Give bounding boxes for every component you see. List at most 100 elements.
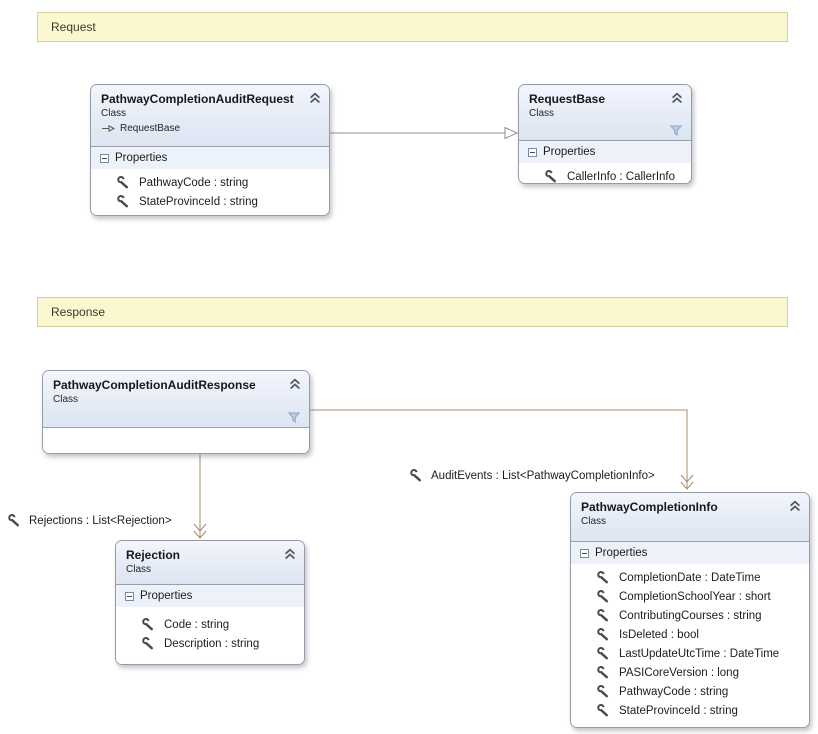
collapse-chevron-icon[interactable]: [284, 548, 296, 560]
filter-icon[interactable]: [670, 125, 682, 136]
wrench-icon: [142, 637, 155, 650]
property-row[interactable]: PathwayCode : string: [571, 682, 809, 701]
class-box-pathway-completion-audit-request[interactable]: PathwayCompletionAuditRequest Class Requ…: [90, 84, 330, 216]
wrench-icon: [545, 170, 558, 183]
class-box-pathway-completion-audit-response[interactable]: PathwayCompletionAuditResponse Class: [42, 370, 310, 454]
class-box-rejection[interactable]: Rejection Class Properties: [115, 540, 305, 665]
property-text: CompletionDate : DateTime: [619, 572, 760, 584]
properties-section-label: Properties: [543, 146, 595, 158]
wrench-icon: [142, 618, 155, 631]
wrench-icon: [597, 571, 610, 584]
class-body: Properties PathwayCode : string StatePro…: [91, 147, 329, 215]
minus-box-icon: [125, 592, 134, 601]
collapse-chevron-icon[interactable]: [671, 92, 683, 104]
property-text: ContributingCourses : string: [619, 610, 762, 622]
property-row[interactable]: ContributingCourses : string: [571, 606, 809, 625]
class-title: Rejection: [126, 548, 278, 562]
class-title: PathwayCompletionAuditResponse: [53, 378, 283, 392]
base-class-row: RequestBase: [101, 123, 303, 134]
base-class-name: RequestBase: [120, 123, 180, 134]
class-title: PathwayCompletionInfo: [581, 500, 783, 514]
collapse-chevron-icon[interactable]: [789, 500, 801, 512]
properties-section-header[interactable]: Properties: [519, 141, 691, 163]
wrench-icon: [117, 195, 130, 208]
property-row[interactable]: CallerInfo : CallerInfo: [519, 167, 691, 184]
property-text: PathwayCode : string: [619, 686, 728, 698]
class-diagram-canvas: Request Response PathwayCompletionAuditR…: [0, 0, 818, 734]
class-body: Properties CallerInfo : CallerInfo: [519, 141, 691, 184]
property-row[interactable]: CompletionDate : DateTime: [571, 568, 809, 587]
property-row[interactable]: StateProvinceId : string: [571, 701, 809, 720]
class-header: PathwayCompletionInfo Class: [571, 493, 809, 542]
property-text: IsDeleted : bool: [619, 629, 699, 641]
properties-section-header[interactable]: Properties: [571, 542, 809, 564]
wrench-icon: [410, 469, 423, 482]
wrench-icon: [597, 590, 610, 603]
inheritance-connector-requestbase[interactable]: [330, 128, 517, 139]
association-connector-rejections[interactable]: [194, 454, 206, 538]
class-header: RequestBase Class: [519, 85, 691, 141]
wrench-icon: [597, 685, 610, 698]
property-text: PathwayCode : string: [139, 177, 248, 189]
wrench-icon: [117, 176, 130, 189]
property-text: StateProvinceId : string: [619, 705, 738, 717]
property-text: PASICoreVersion : long: [619, 667, 739, 679]
class-box-request-base[interactable]: RequestBase Class Properties: [518, 84, 692, 184]
properties-section-header[interactable]: Properties: [116, 585, 304, 607]
class-body: [43, 428, 309, 453]
response-banner-label: Response: [51, 305, 105, 319]
properties-section-label: Properties: [595, 547, 647, 559]
wrench-icon: [597, 704, 610, 717]
wrench-icon: [597, 628, 610, 641]
class-body: Properties Code : string Description : s…: [116, 585, 304, 664]
inheritance-arrowhead-icon: [505, 128, 517, 139]
property-text: Code : string: [164, 619, 229, 631]
property-row[interactable]: StateProvinceId : string: [91, 192, 329, 211]
class-body: Properties CompletionDate : DateTime Com…: [571, 542, 809, 727]
property-row[interactable]: PathwayCode : string: [91, 173, 329, 192]
collapse-chevron-icon[interactable]: [309, 92, 321, 104]
class-kind-label: Class: [126, 564, 278, 575]
request-banner[interactable]: Request: [37, 12, 788, 42]
property-row[interactable]: CompletionSchoolYear : short: [571, 587, 809, 606]
property-row[interactable]: Description : string: [116, 634, 304, 653]
wrench-icon: [597, 666, 610, 679]
properties-section-label: Properties: [115, 152, 167, 164]
property-row[interactable]: IsDeleted : bool: [571, 625, 809, 644]
class-kind-label: Class: [53, 394, 283, 405]
class-header: Rejection Class: [116, 541, 304, 585]
minus-box-icon: [100, 154, 109, 163]
property-text: Description : string: [164, 638, 259, 650]
filter-icon[interactable]: [288, 412, 300, 423]
response-banner[interactable]: Response: [37, 297, 788, 327]
request-banner-label: Request: [51, 20, 96, 34]
collapse-chevron-icon[interactable]: [289, 378, 301, 390]
class-kind-label: Class: [529, 108, 665, 119]
property-text: CompletionSchoolYear : short: [619, 591, 771, 603]
class-kind-label: Class: [101, 108, 303, 119]
class-title: RequestBase: [529, 92, 665, 106]
property-text: StateProvinceId : string: [139, 196, 258, 208]
class-header: PathwayCompletionAuditRequest Class Requ…: [91, 85, 329, 147]
class-header: PathwayCompletionAuditResponse Class: [43, 371, 309, 428]
class-box-pathway-completion-info[interactable]: PathwayCompletionInfo Class Properties: [570, 492, 810, 728]
class-kind-label: Class: [581, 516, 783, 527]
minus-box-icon: [580, 549, 589, 558]
class-title: PathwayCompletionAuditRequest: [101, 92, 303, 106]
association-label-text: AuditEvents : List<PathwayCompletionInfo…: [431, 470, 655, 482]
minus-box-icon: [528, 148, 537, 157]
properties-section-label: Properties: [140, 590, 192, 602]
wrench-icon: [597, 647, 610, 660]
property-text: CallerInfo : CallerInfo: [567, 171, 675, 183]
property-text: LastUpdateUtcTime : DateTime: [619, 648, 779, 660]
property-row[interactable]: PASICoreVersion : long: [571, 663, 809, 682]
association-label-auditevents[interactable]: AuditEvents : List<PathwayCompletionInfo…: [410, 469, 655, 482]
properties-section-header[interactable]: Properties: [91, 147, 329, 169]
inherits-arrow-icon: [101, 124, 116, 133]
property-row[interactable]: LastUpdateUtcTime : DateTime: [571, 644, 809, 663]
wrench-icon: [8, 514, 21, 527]
wrench-icon: [597, 609, 610, 622]
association-label-text: Rejections : List<Rejection>: [29, 515, 172, 527]
association-label-rejections[interactable]: Rejections : List<Rejection>: [8, 514, 172, 527]
property-row[interactable]: Code : string: [116, 615, 304, 634]
